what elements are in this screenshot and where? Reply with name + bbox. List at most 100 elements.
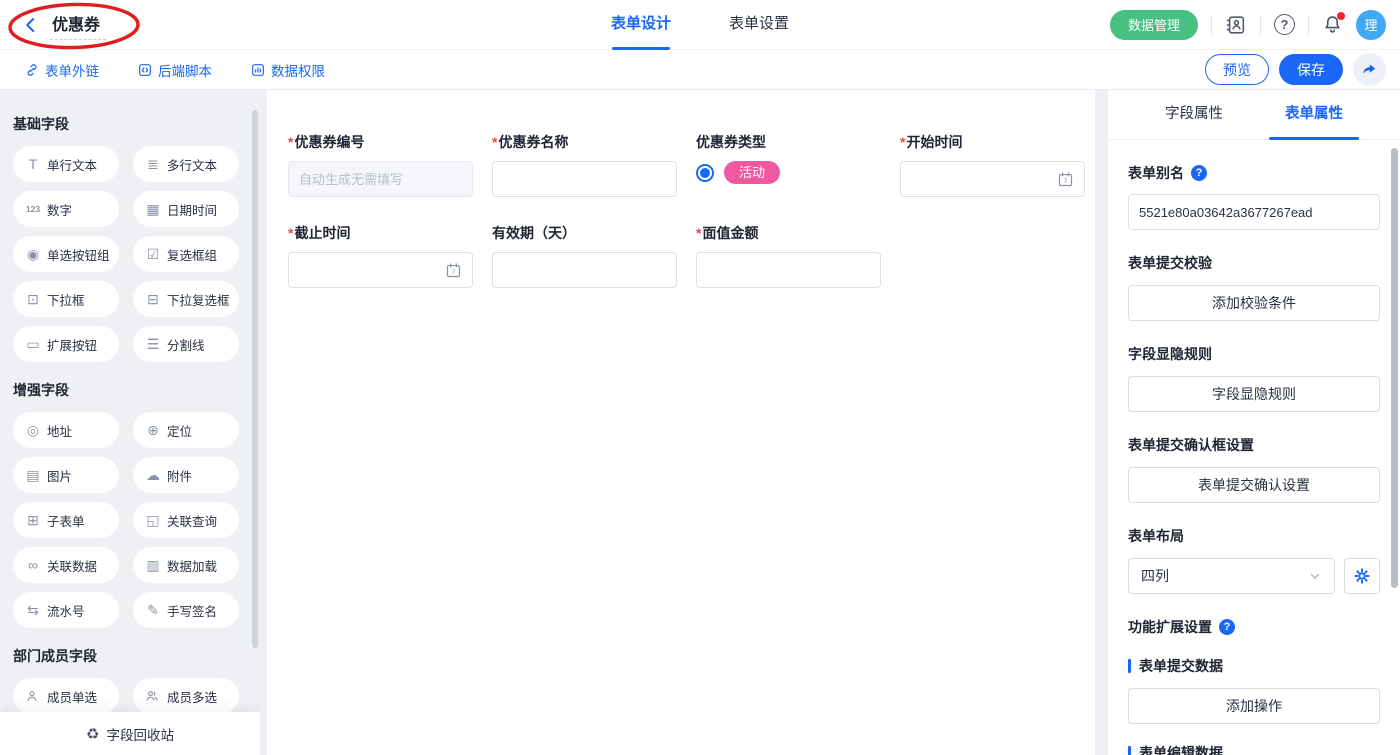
- back-button[interactable]: [22, 16, 40, 34]
- function-extension-label: 功能扩展设置 ?: [1128, 617, 1380, 637]
- field-item-divider-line[interactable]: ☰ 分割线: [133, 326, 239, 362]
- divider-line-icon: ☰: [145, 337, 161, 351]
- field-item-label: 定位: [167, 421, 192, 440]
- preview-button[interactable]: 预览: [1205, 54, 1269, 85]
- field-end-time[interactable]: *截止时间 7: [288, 223, 473, 288]
- field-item-label: 附件: [167, 466, 192, 485]
- calendar-icon[interactable]: 7: [445, 262, 462, 279]
- submit-data-add-action-button[interactable]: 添加操作: [1128, 688, 1380, 724]
- backend-script-action[interactable]: 后端脚本: [137, 60, 212, 80]
- field-item-select[interactable]: ⊡ 下拉框: [13, 281, 119, 317]
- field-item-single-text[interactable]: T 单行文本: [13, 146, 119, 182]
- radio-group-icon: ◉: [25, 247, 41, 261]
- single-text-icon: T: [25, 157, 41, 171]
- field-visibility-label: 字段显隐规则: [1128, 344, 1380, 364]
- calendar-icon[interactable]: 7: [1057, 171, 1074, 188]
- form-alias-input[interactable]: [1128, 194, 1380, 230]
- field-item-radio-group[interactable]: ◉ 单选按钮组: [13, 236, 119, 272]
- ext-button-icon: ▭: [25, 337, 41, 351]
- field-coupon-code[interactable]: *优惠券编号: [288, 132, 473, 197]
- sidebar-scrollbar[interactable]: [252, 110, 258, 648]
- field-coupon-name[interactable]: *优惠券名称: [492, 132, 677, 197]
- field-item-datetime[interactable]: ▦ 日期时间: [133, 191, 239, 227]
- tab-field-properties[interactable]: 字段属性: [1165, 90, 1223, 140]
- field-item-label: 关联查询: [167, 511, 217, 530]
- accent-bar: [1128, 746, 1131, 755]
- script-icon: [137, 62, 153, 78]
- face-value-input[interactable]: [696, 252, 881, 288]
- link-icon: [24, 62, 40, 78]
- field-valid-days[interactable]: 有效期（天）: [492, 223, 677, 288]
- field-item-data-load[interactable]: ▥ 数据加载: [133, 547, 239, 583]
- page-title[interactable]: 优惠券: [50, 9, 106, 40]
- required-mark: *: [288, 134, 293, 150]
- field-item-signature[interactable]: ✎ 手写签名: [133, 592, 239, 628]
- avatar[interactable]: 理: [1356, 10, 1386, 40]
- select-icon: ⊡: [25, 292, 41, 306]
- data-manage-button[interactable]: 数据管理: [1110, 10, 1198, 40]
- field-item-label: 分割线: [167, 335, 205, 354]
- share-arrow-icon: [1361, 61, 1378, 78]
- field-visibility-button[interactable]: 字段显隐规则: [1128, 376, 1380, 412]
- layout-settings-button[interactable]: [1344, 558, 1380, 594]
- help-icon[interactable]: ?: [1274, 14, 1295, 35]
- radio-selected[interactable]: [696, 164, 714, 182]
- recycle-icon: ♻: [86, 725, 99, 743]
- section-title-enhanced-fields: 增强字段: [13, 380, 260, 400]
- field-coupon-type[interactable]: 优惠券类型 活动: [696, 132, 881, 197]
- form-canvas[interactable]: *优惠券编号 *优惠券名称 优惠券类型 活动 *开始时间: [267, 90, 1095, 755]
- field-item-number[interactable]: 123 数字: [13, 191, 119, 227]
- help-badge-icon[interactable]: ?: [1191, 165, 1207, 181]
- notification-bell[interactable]: [1322, 14, 1343, 35]
- field-label: *截止时间: [288, 223, 473, 243]
- field-start-time[interactable]: *开始时间 7: [900, 132, 1085, 197]
- panel-scrollbar[interactable]: [1391, 148, 1398, 588]
- form-fields-grid: *优惠券编号 *优惠券名称 优惠券类型 活动 *开始时间: [288, 132, 1074, 288]
- field-item-locate[interactable]: ⊕ 定位: [133, 412, 239, 448]
- data-permission-label: 数据权限: [271, 60, 325, 80]
- field-item-subform[interactable]: ⊞ 子表单: [13, 502, 119, 538]
- tab-form-properties[interactable]: 表单属性: [1285, 90, 1343, 140]
- field-item-label: 日期时间: [167, 200, 217, 219]
- chevron-left-icon: [22, 16, 40, 34]
- field-item-multi-text[interactable]: ≣ 多行文本: [133, 146, 239, 182]
- field-item-attachment[interactable]: ☁ 附件: [133, 457, 239, 493]
- gear-icon: [1353, 567, 1371, 585]
- contacts-icon[interactable]: [1225, 14, 1247, 36]
- coupon-name-input[interactable]: [492, 161, 677, 197]
- activity-badge[interactable]: 活动: [724, 161, 780, 184]
- field-item-image[interactable]: ▤ 图片: [13, 457, 119, 493]
- field-label: *优惠券名称: [492, 132, 677, 152]
- share-button[interactable]: [1353, 53, 1386, 86]
- data-permission-icon: [250, 62, 266, 78]
- add-validation-button[interactable]: 添加校验条件: [1128, 285, 1380, 321]
- form-layout-row: 四列: [1128, 558, 1380, 594]
- field-item-member-multi[interactable]: 成员多选: [133, 678, 239, 714]
- submit-confirm-button[interactable]: 表单提交确认设置: [1128, 467, 1380, 503]
- valid-days-input[interactable]: [492, 252, 677, 288]
- end-time-input[interactable]: 7: [288, 252, 473, 288]
- field-item-serial-number[interactable]: ⇆ 流水号: [13, 592, 119, 628]
- field-item-ext-button[interactable]: ▭ 扩展按钮: [13, 326, 119, 362]
- tab-form-design[interactable]: 表单设计: [611, 0, 671, 50]
- datetime-icon: ▦: [145, 202, 161, 216]
- field-item-multi-select[interactable]: ⊟ 下拉复选框: [133, 281, 239, 317]
- help-badge-icon[interactable]: ?: [1219, 619, 1235, 635]
- tab-form-settings[interactable]: 表单设置: [729, 0, 789, 50]
- start-time-input[interactable]: 7: [900, 161, 1085, 197]
- field-item-checkbox-group[interactable]: ☑ 复选框组: [133, 236, 239, 272]
- field-face-value[interactable]: *面值金额: [696, 223, 881, 288]
- form-layout-label: 表单布局: [1128, 526, 1380, 546]
- field-item-address[interactable]: ◎ 地址: [13, 412, 119, 448]
- coupon-code-input: [288, 161, 473, 197]
- save-button[interactable]: 保存: [1279, 54, 1343, 85]
- field-recycle-bin[interactable]: ♻ 字段回收站: [0, 712, 260, 755]
- data-permission-action[interactable]: 数据权限: [250, 60, 325, 80]
- field-item-member-single[interactable]: 成员单选: [13, 678, 119, 714]
- signature-icon: ✎: [145, 603, 161, 617]
- field-item-relation-data[interactable]: ∞ 关联数据: [13, 547, 119, 583]
- field-item-label: 扩展按钮: [47, 335, 97, 354]
- layout-select[interactable]: 四列: [1128, 558, 1335, 594]
- external-link-action[interactable]: 表单外链: [24, 60, 99, 80]
- field-item-relation-query[interactable]: ◱ 关联查询: [133, 502, 239, 538]
